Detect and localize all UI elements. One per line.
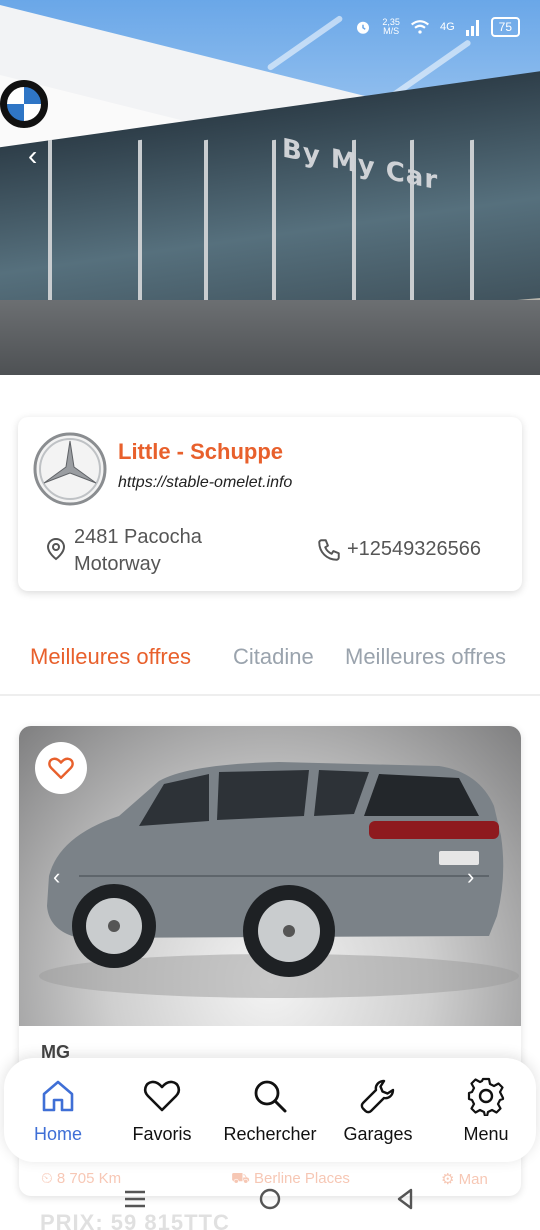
dealer-card[interactable]: Little - Schuppe https://stable-omelet.i… [18,417,522,591]
location-pin-icon [46,537,66,561]
back-chevron-icon[interactable]: ‹ [28,142,37,170]
dealer-name: Little - Schuppe [118,439,283,464]
signal-icon [465,20,479,36]
photo-prev-icon[interactable]: ‹ [53,864,75,889]
nav-favoris[interactable]: Favoris [108,1076,216,1145]
network-type: 4G [439,21,455,33]
nav-garages[interactable]: Garages [324,1076,432,1145]
heart-icon [143,1080,181,1112]
phone-icon[interactable] [316,537,342,563]
heart-outline-icon [48,757,74,779]
photo-next-icon[interactable]: › [467,864,489,889]
nav-menu[interactable]: Menu [432,1076,540,1145]
dealer-phone[interactable]: +12549326566 [347,538,481,561]
home-circle-icon[interactable] [255,1184,285,1214]
favorite-button[interactable] [35,742,87,794]
bottom-navigation: Home Favoris Rechercher Garages Menu [4,1058,536,1162]
gear-icon [467,1077,505,1116]
network-speed: 2,35 M/S [382,17,400,36]
nav-rechercher[interactable]: Rechercher [216,1076,324,1145]
suv-image [39,762,519,998]
bmw-logo [0,80,48,128]
dealer-hero-image: By My Car ‹ [0,0,540,375]
nav-home[interactable]: Home [4,1076,112,1145]
system-navigation-bar [0,1170,540,1230]
wrench-icon [360,1079,395,1114]
alarm-icon [357,21,370,34]
mercedes-logo [33,432,107,506]
recent-apps-icon[interactable] [120,1184,150,1214]
dealer-address: 2481 Pacocha Motorway [74,526,202,575]
back-triangle-icon[interactable] [390,1184,420,1214]
home-icon [42,1080,74,1112]
battery-icon: 75 [490,17,520,37]
dealer-url[interactable]: https://stable-omelet.info [118,474,292,492]
search-icon [254,1080,287,1113]
tab-meilleures-offres-2[interactable]: Meilleures offres [345,644,506,670]
status-bar: 2,35 M/S 4G 75 [354,14,520,40]
wifi-icon [410,20,429,34]
car-photo[interactable]: ‹ › [19,726,521,1026]
tab-meilleures-offres[interactable]: Meilleures offres [30,644,191,670]
category-tabs: Meilleures offres Citadine Meilleures of… [0,640,540,696]
tab-citadine[interactable]: Citadine [233,644,314,670]
